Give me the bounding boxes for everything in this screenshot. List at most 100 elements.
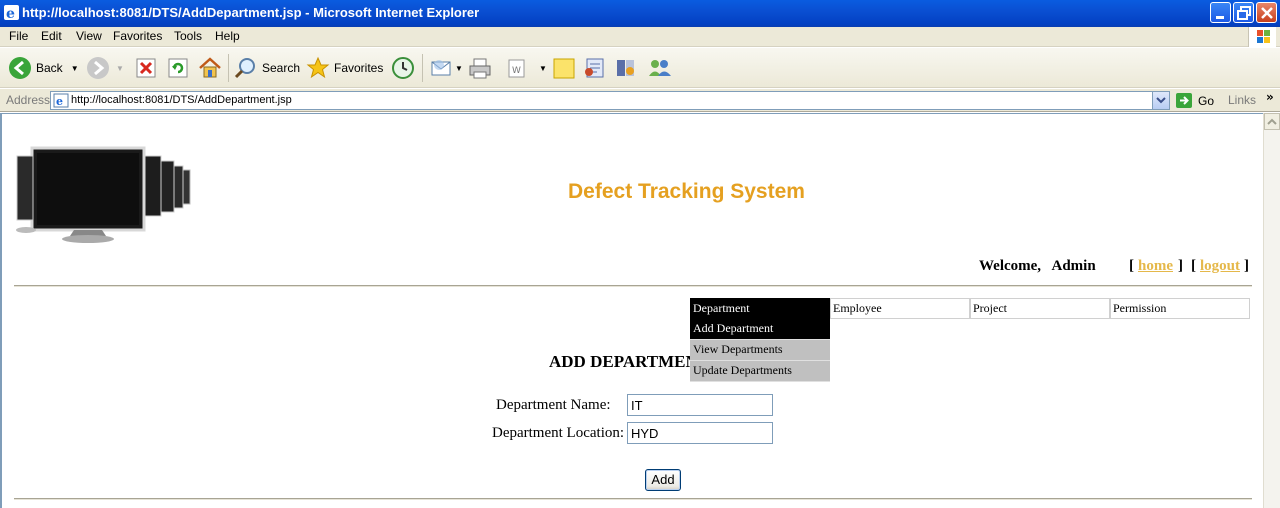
go-label: Go [1198, 93, 1215, 108]
window-title: http://localhost:8081/DTS/AddDepartment.… [22, 5, 480, 20]
print-button[interactable] [468, 56, 492, 80]
vertical-scrollbar[interactable] [1263, 113, 1280, 508]
standard-toolbar: Back ▼ ▼ Search Favorites ▼ W ▼ [0, 48, 1280, 88]
chevron-down-icon [1156, 97, 1166, 104]
print-icon [469, 58, 491, 79]
favorites-button[interactable]: Favorites [306, 56, 383, 80]
edit-button[interactable]: W ▼ [505, 56, 547, 80]
refresh-button[interactable] [167, 56, 189, 80]
forward-button[interactable]: ▼ [86, 56, 124, 80]
minimize-button[interactable] [1210, 2, 1231, 23]
menu-item-view-departments[interactable]: View Departments [690, 340, 830, 361]
page-title: ADD DEPARTMENT [549, 352, 690, 371]
svg-text:W: W [512, 66, 521, 76]
footer-divider [14, 498, 1252, 500]
department-name-input[interactable] [627, 394, 773, 416]
links-toolbar[interactable]: Links [1228, 93, 1256, 107]
menu-edit[interactable]: Edit [41, 29, 62, 43]
search-label: Search [262, 61, 301, 75]
department-name-label: Department Name: [496, 397, 611, 413]
close-button[interactable] [1256, 2, 1277, 23]
forward-arrow-icon [87, 57, 109, 79]
menu-tools[interactable]: Tools [174, 29, 202, 43]
history-icon [392, 57, 414, 79]
back-button[interactable]: Back ▼ [8, 56, 79, 80]
discuss-button[interactable] [552, 56, 576, 80]
mail-dropdown-icon[interactable]: ▼ [455, 64, 463, 73]
svg-text:e: e [6, 6, 15, 21]
tab-permission[interactable]: Permission [1110, 298, 1250, 319]
app-title: Defect Tracking System [568, 180, 805, 203]
scroll-up-button[interactable] [1264, 113, 1280, 130]
welcome-text: Welcome, Admin [979, 258, 1096, 274]
maximize-button[interactable] [1233, 2, 1254, 23]
windows-logo-icon [1248, 27, 1276, 47]
logout-link[interactable]: logout [1200, 258, 1240, 275]
search-icon [234, 58, 255, 79]
menu-bar: File Edit View Favorites Tools Help [0, 27, 1280, 47]
menu-favorites[interactable]: Favorites [113, 29, 162, 43]
bracket-open: [ [1191, 258, 1196, 274]
refresh-icon [168, 58, 188, 78]
restore-icon [1237, 6, 1251, 20]
stop-button[interactable] [135, 56, 157, 80]
svg-text:e: e [56, 95, 63, 108]
toolbar-separator [422, 54, 423, 82]
home-link[interactable]: home [1138, 258, 1173, 275]
home-button[interactable] [198, 56, 222, 80]
back-label: Back [36, 61, 63, 75]
department-location-input[interactable] [627, 422, 773, 444]
close-icon [1261, 7, 1273, 19]
menu-item-add-department[interactable]: Add Department [690, 319, 830, 340]
back-dropdown-icon[interactable]: ▼ [71, 64, 79, 73]
back-arrow-icon [9, 57, 31, 79]
edit-document-icon: W [508, 59, 525, 78]
history-button[interactable] [391, 56, 415, 80]
edit-dropdown-icon[interactable]: ▼ [539, 64, 547, 73]
forward-dropdown-icon[interactable]: ▼ [116, 64, 124, 73]
media-button[interactable] [614, 56, 638, 80]
menu-file[interactable]: File [9, 29, 28, 43]
messenger-button[interactable] [583, 56, 607, 80]
bracket-close: ] [1178, 258, 1183, 274]
page-icon: e [53, 93, 69, 108]
mail-button[interactable]: ▼ [430, 56, 463, 80]
address-label: Address [6, 93, 51, 107]
stop-icon [136, 58, 156, 78]
department-location-label: Department Location: [492, 425, 625, 441]
header-divider [14, 285, 1252, 287]
menu-view[interactable]: View [76, 29, 102, 43]
menu-help[interactable]: Help [215, 29, 240, 43]
research-icon [585, 58, 604, 78]
chevron-right-icon[interactable]: » [1266, 90, 1274, 104]
note-icon [553, 58, 575, 79]
favorites-star-icon [306, 56, 330, 79]
monitors-logo [16, 146, 191, 243]
go-button[interactable]: Go [1175, 92, 1214, 109]
tab-employee[interactable]: Employee [830, 298, 970, 319]
address-input[interactable]: e http://localhost:8081/DTS/AddDepartmen… [50, 91, 1170, 110]
ie-icon: e [4, 5, 19, 21]
mail-icon [431, 60, 451, 76]
menu-item-update-departments[interactable]: Update Departments [690, 361, 830, 382]
people-icon [649, 60, 671, 76]
department-dropdown-menu: Add Department View Departments Update D… [690, 319, 830, 382]
media-icon [617, 60, 634, 76]
address-dropdown-button[interactable] [1152, 92, 1169, 109]
bracket-open: [ [1129, 258, 1134, 274]
tab-project[interactable]: Project [970, 298, 1110, 319]
search-button[interactable]: Search [234, 56, 300, 80]
contacts-button[interactable] [647, 56, 673, 80]
address-url: http://localhost:8081/DTS/AddDepartment.… [71, 94, 292, 106]
bracket-close: ] [1244, 258, 1249, 274]
address-bar: Address e http://localhost:8081/DTS/AddD… [0, 89, 1280, 112]
toolbar-separator [228, 54, 229, 82]
window-titlebar: e http://localhost:8081/DTS/AddDepartmen… [0, 0, 1280, 27]
chevron-up-icon [1267, 118, 1277, 125]
go-arrow-icon [1176, 93, 1192, 108]
page-content: Defect Tracking System Welcome, Admin [ … [0, 113, 1263, 508]
home-icon [199, 57, 221, 78]
minimize-icon [1216, 16, 1224, 19]
tab-department[interactable]: Department [690, 298, 830, 319]
add-button[interactable]: Add [645, 469, 681, 491]
